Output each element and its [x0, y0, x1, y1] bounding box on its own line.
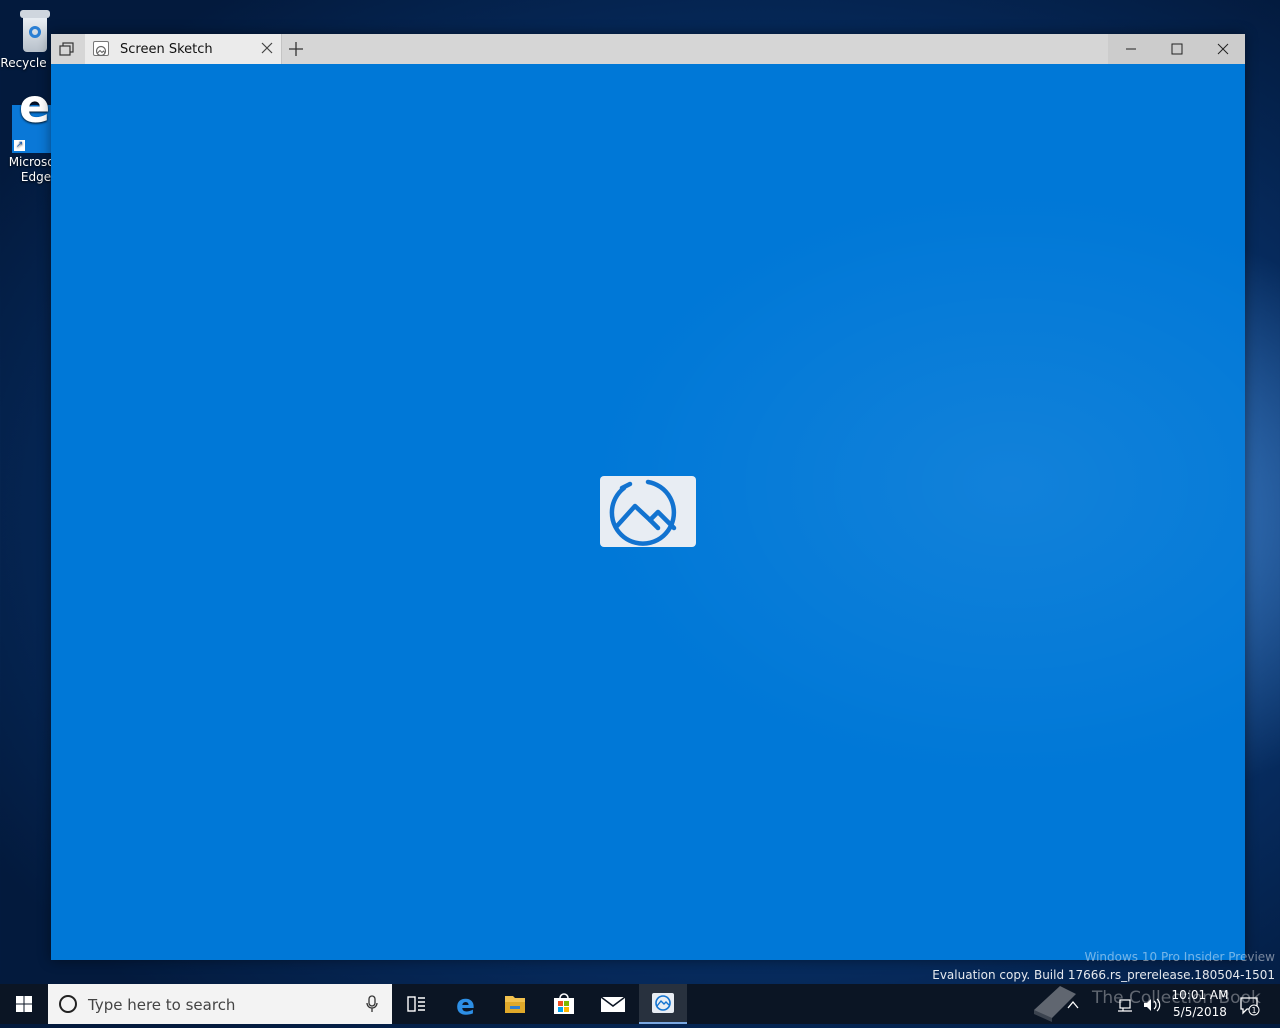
action-center-button[interactable]: 1	[1238, 994, 1260, 1016]
start-button[interactable]	[0, 984, 48, 1024]
new-tab-button[interactable]	[287, 40, 305, 58]
minimize-icon	[1126, 48, 1136, 50]
plus-icon	[289, 42, 303, 56]
tray-icons[interactable]	[1060, 996, 1170, 1014]
recycle-bin-icon	[18, 8, 52, 54]
search-placeholder: Type here to search	[88, 996, 236, 1014]
cortana-icon	[59, 995, 77, 1013]
build-watermark: Evaluation copy. Build 17666.rs_prerelea…	[932, 968, 1275, 982]
clock-time[interactable]: 10:01 AM	[1170, 988, 1230, 1002]
maximize-button[interactable]	[1154, 34, 1200, 64]
close-icon	[1217, 43, 1229, 55]
folder-icon	[505, 996, 525, 1013]
screen-sketch-icon	[93, 41, 109, 57]
microphone-icon[interactable]	[364, 994, 380, 1014]
title-bar[interactable]: Screen Sketch	[51, 34, 1245, 64]
taskbar-screen-sketch-button[interactable]	[639, 984, 687, 1024]
tab-title: Screen Sketch	[120, 42, 213, 57]
minimize-button[interactable]	[1108, 34, 1154, 64]
edge-icon: e	[456, 988, 475, 1021]
task-view-button[interactable]	[392, 984, 440, 1024]
task-view-icon	[407, 996, 425, 1012]
tabs-icon	[59, 42, 74, 56]
svg-text:e: e	[456, 988, 475, 1021]
taskbar-edge-button[interactable]: e	[443, 984, 491, 1024]
mail-icon	[600, 996, 626, 1012]
maximize-icon	[1171, 43, 1183, 55]
clock-date[interactable]: 5/5/2018	[1170, 1005, 1230, 1019]
tab-screen-sketch[interactable]: Screen Sketch	[85, 34, 282, 64]
taskbar-search-box[interactable]: Type here to search	[48, 984, 392, 1024]
store-icon	[554, 993, 574, 1014]
notification-count: 1	[1251, 1006, 1256, 1015]
system-tray: The Collection Book 10:01 AM 5/5/2018 1	[1030, 984, 1280, 1024]
screen-sketch-window: Screen Sketch	[51, 34, 1245, 960]
notification-icon: 1	[1240, 997, 1260, 1016]
windows-logo-icon	[16, 996, 32, 1012]
screen-sketch-logo-icon	[600, 476, 696, 547]
taskbar: Type here to search e The Collection Boo…	[0, 984, 1280, 1024]
app-splash-screen	[51, 64, 1245, 960]
caption-buttons	[1108, 34, 1245, 64]
close-button[interactable]	[1200, 34, 1246, 64]
taskbar-mail-button[interactable]	[589, 984, 637, 1024]
screen-sketch-icon	[652, 993, 674, 1013]
set-aside-tabs-button[interactable]	[55, 38, 77, 60]
edition-watermark: Windows 10 Pro Insider Preview	[1084, 950, 1275, 964]
taskbar-file-explorer-button[interactable]	[491, 984, 539, 1024]
taskbar-store-button[interactable]	[540, 984, 588, 1024]
close-tab-button[interactable]	[259, 40, 275, 56]
close-icon	[261, 42, 273, 54]
